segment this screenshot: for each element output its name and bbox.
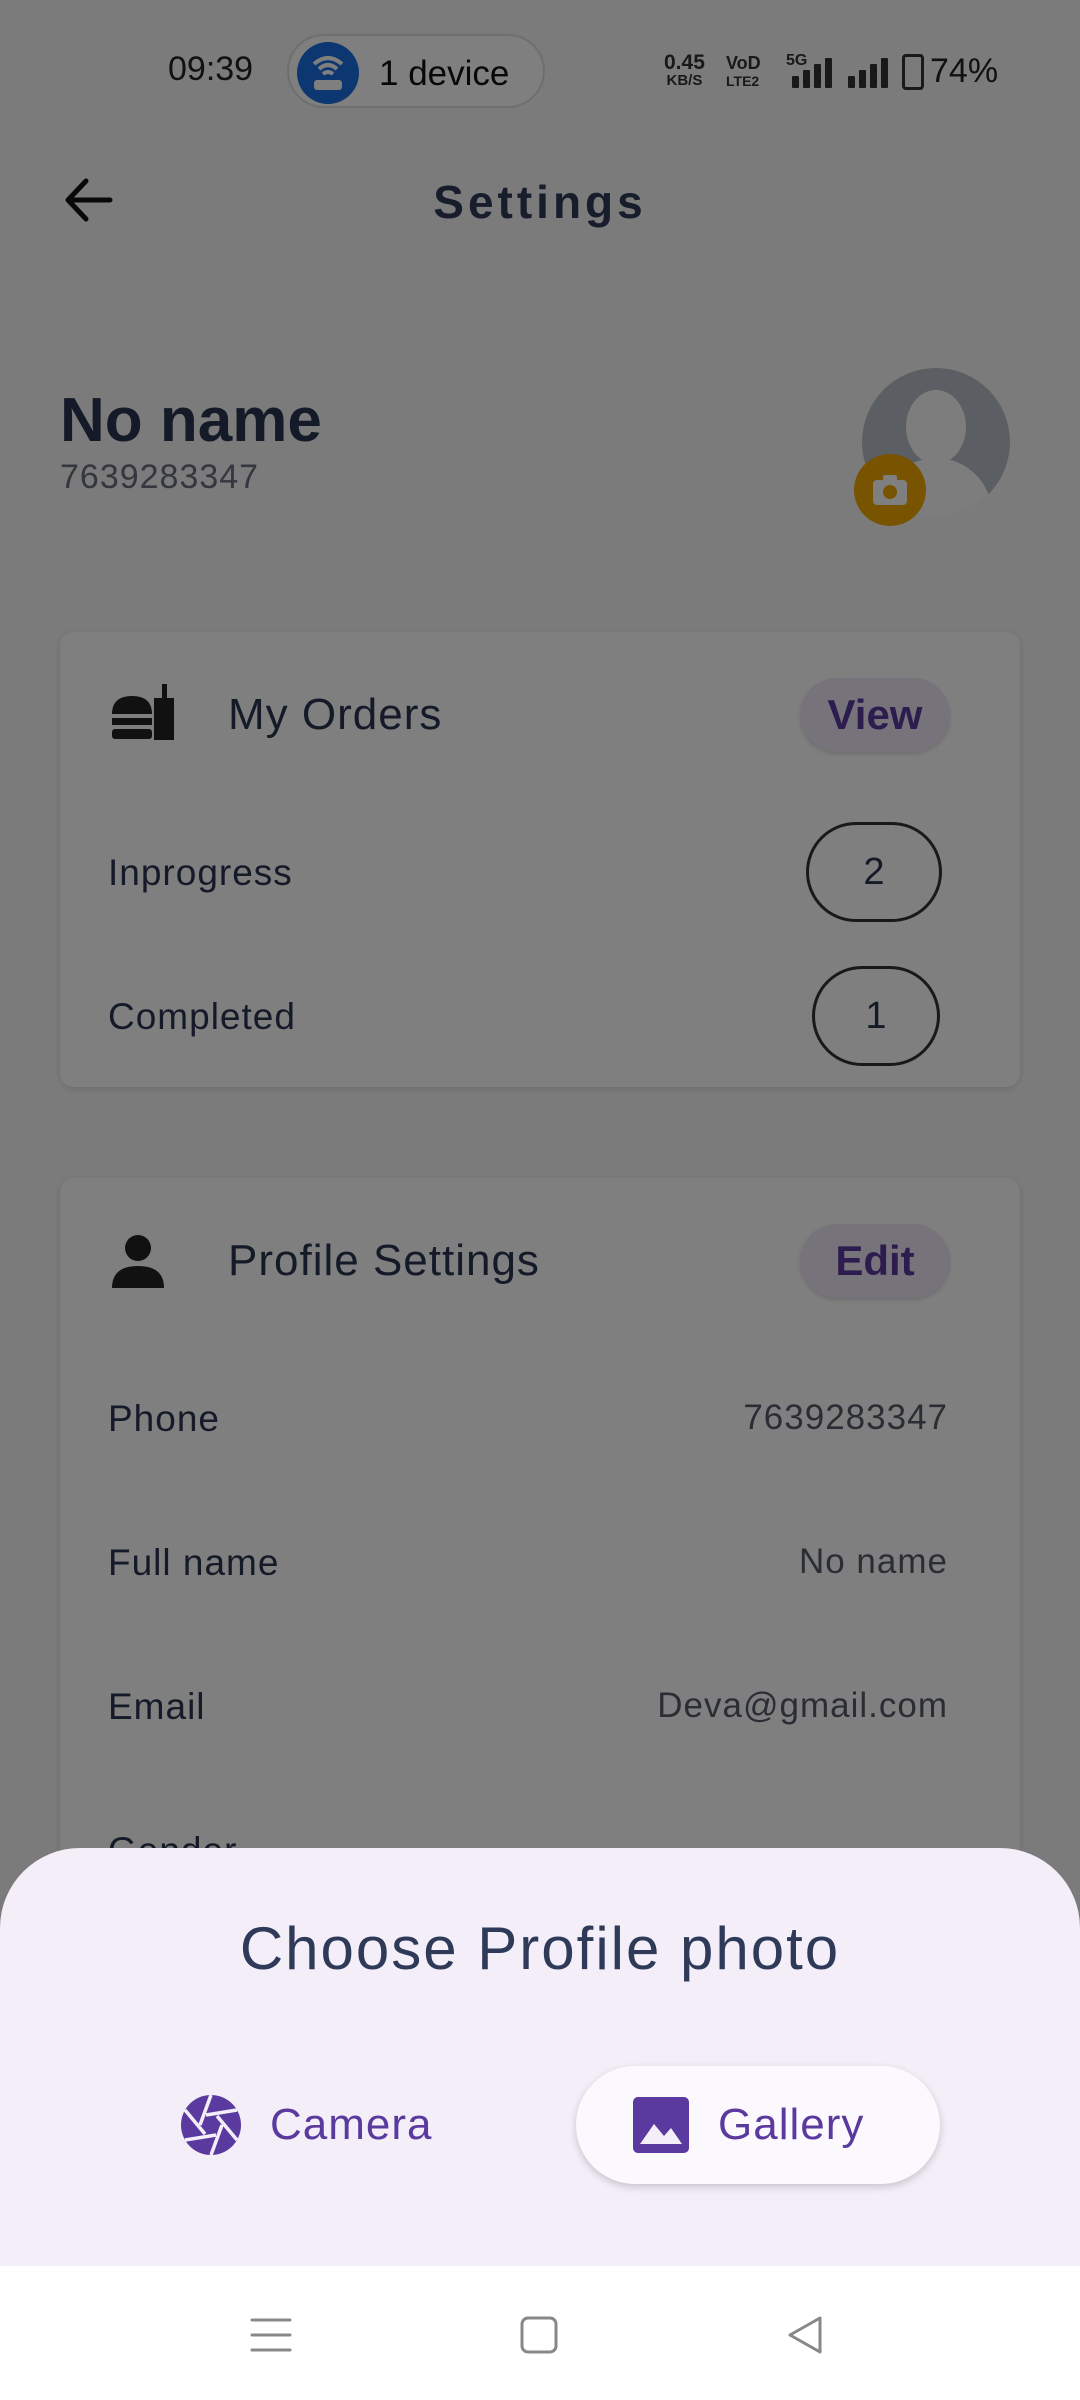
camera-option-button[interactable]: Camera bbox=[150, 2066, 490, 2184]
home-icon[interactable] bbox=[514, 2310, 564, 2360]
system-nav-bar bbox=[0, 2266, 1080, 2400]
gallery-option-label: Gallery bbox=[718, 2100, 865, 2149]
sheet-title: Choose Profile photo bbox=[239, 1915, 841, 1982]
gallery-option-button[interactable]: Gallery bbox=[576, 2066, 940, 2184]
back-icon[interactable] bbox=[780, 2310, 830, 2360]
aperture-icon bbox=[181, 2094, 241, 2156]
menu-icon[interactable] bbox=[246, 2310, 296, 2360]
choose-photo-sheet: Choose Profile photo Camera Gallery bbox=[0, 1848, 1080, 2266]
camera-option-label: Camera bbox=[270, 2100, 433, 2149]
image-icon bbox=[633, 2097, 689, 2153]
